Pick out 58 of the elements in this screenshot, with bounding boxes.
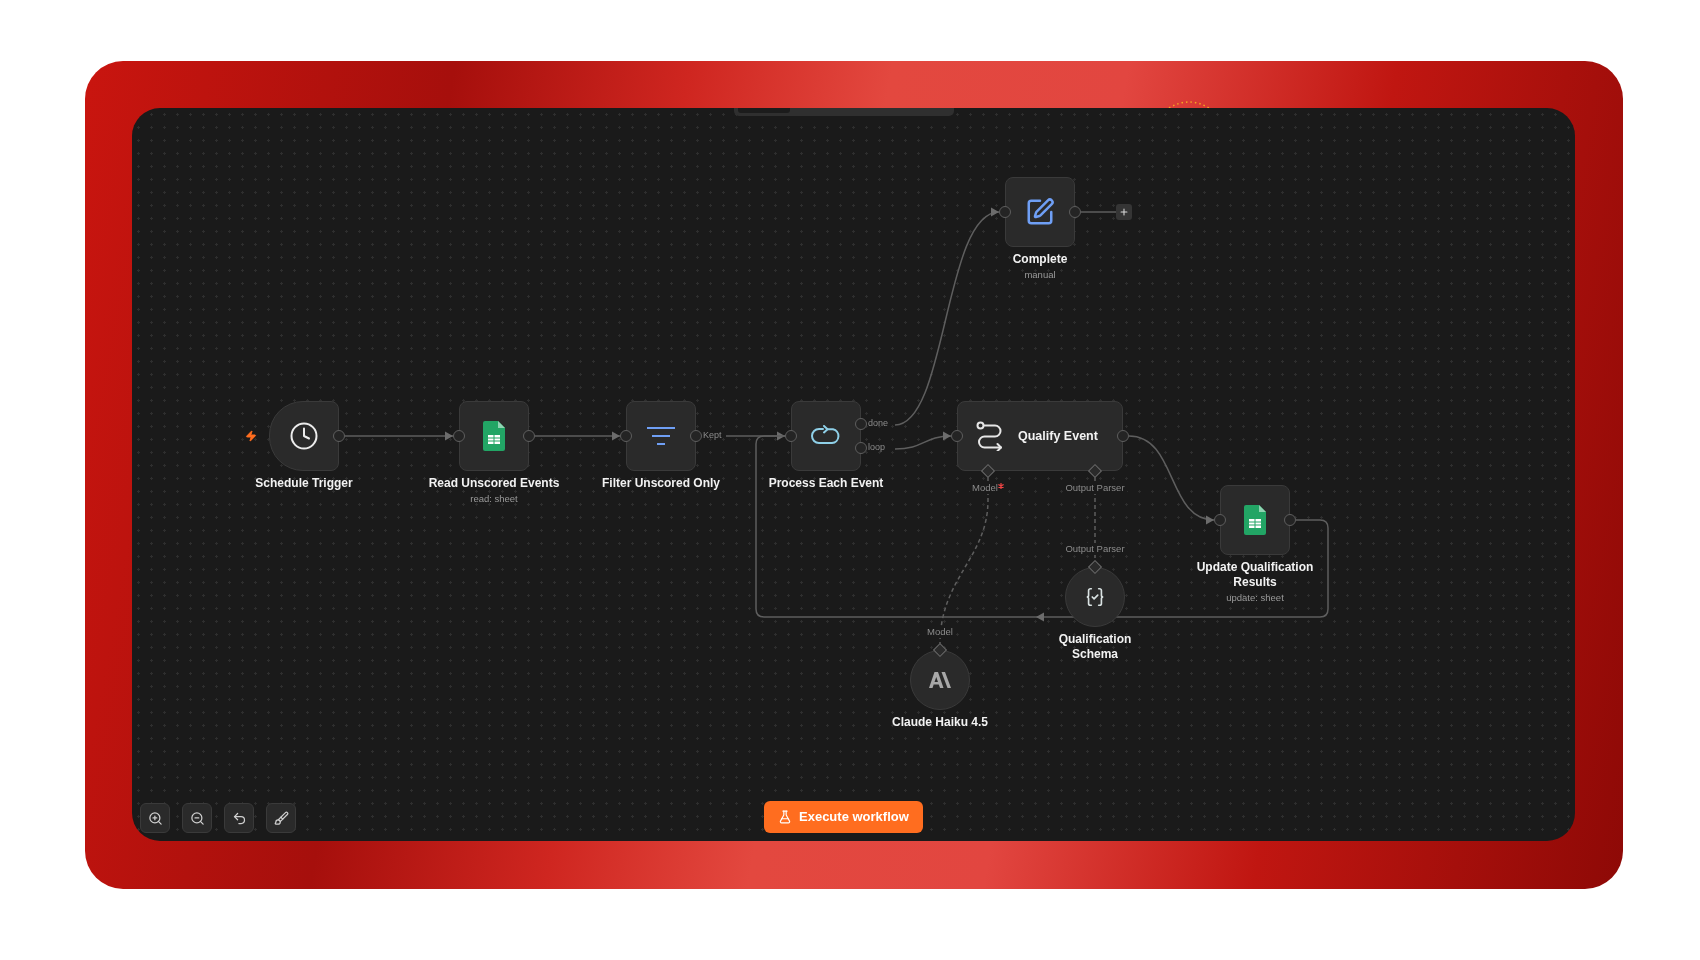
port-label: Output Parser [1065,482,1125,494]
filter-icon [646,426,676,446]
spreadsheet-icon [1244,505,1266,535]
port-label: Model [972,482,998,494]
node-label: Read Unscored Events [428,476,560,491]
zoom-out-button[interactable] [182,803,212,833]
workflow-node[interactable] [1220,485,1290,555]
node-label: Update Qualification Results [1195,560,1315,590]
undo-icon [231,810,247,826]
workflow-node[interactable] [459,401,529,471]
node-label: Qualification Schema [1057,632,1133,662]
workflow-node[interactable] [269,401,339,471]
node-label: Process Each Event [768,476,884,491]
loop-arrow-icon [811,425,841,447]
flask-icon [778,810,792,824]
node-subtitle: update: sheet [1226,591,1284,604]
port-label: Output Parser [1065,543,1125,555]
node-label: Claude Haiku 4.5 [891,715,988,730]
connection-line [894,431,952,450]
input-handle[interactable] [785,430,797,442]
spreadsheet-icon [483,421,505,451]
output-label: done [868,418,889,429]
workflow-node[interactable] [791,401,861,471]
workflow-node[interactable] [1065,567,1125,627]
input-handle[interactable] [1214,514,1226,526]
clock-icon [289,421,319,451]
output-label: Kept [703,430,722,441]
workflow-node[interactable]: Qualify Event [957,401,1123,471]
port-label: Model [927,626,953,638]
node-label: Complete [1012,252,1068,267]
node-subtitle: read: sheet [470,492,518,505]
input-handle[interactable] [999,206,1011,218]
dotted-arc-icon [1167,99,1211,109]
input-handle[interactable] [951,430,963,442]
add-node-button[interactable] [1116,204,1132,220]
workflow-node[interactable] [1005,177,1075,247]
node-subtitle: manual [1024,268,1056,281]
zoom-in-button[interactable] [140,803,170,833]
tidy-up-button[interactable] [266,803,296,833]
zoom-in-icon [147,810,163,826]
lightning-icon [245,430,257,442]
braces-check-icon [1084,586,1106,608]
workflow-node[interactable] [910,650,970,710]
node-label: Schedule Trigger [255,476,353,491]
monogram-icon [929,672,951,688]
route-arrow-icon [976,421,1004,451]
input-handle[interactable] [620,430,632,442]
connection-line [1080,211,1117,213]
pen-square-icon [1025,197,1055,227]
output-label: loop [868,442,885,453]
undo-button[interactable] [224,803,254,833]
input-handle[interactable] [453,430,465,442]
zoom-out-icon [189,810,205,826]
node-label: Qualify Event [1018,427,1098,445]
node-label: Filter Unscored Only [602,476,720,491]
plus-icon [1119,207,1129,217]
workflow-node[interactable] [626,401,696,471]
brush-icon [273,810,289,826]
